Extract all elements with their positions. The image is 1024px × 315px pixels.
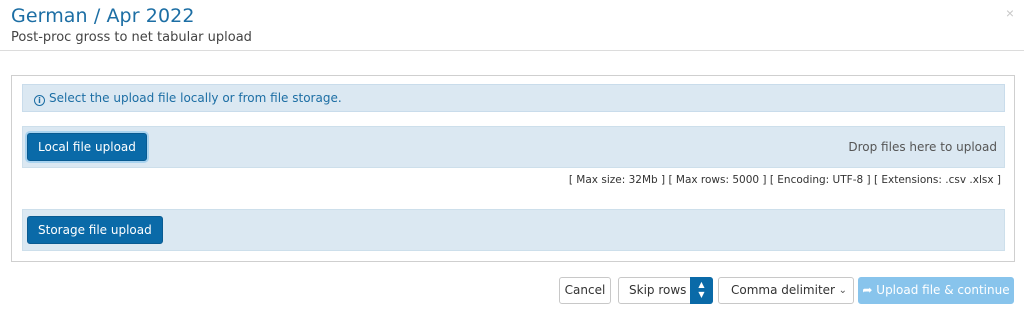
drop-zone-text[interactable]: Drop files here to upload: [848, 140, 997, 154]
info-banner: i Select the upload file locally or from …: [22, 84, 1005, 112]
spinner-arrows-icon[interactable]: ▲ ▼: [690, 277, 713, 304]
share-arrow-icon: ➦: [862, 283, 873, 297]
skip-rows-stepper[interactable]: Skip rows ▲ ▼: [618, 277, 713, 304]
skip-rows-label: Skip rows: [629, 283, 687, 297]
upload-button-label: Upload file & continue: [876, 283, 1010, 297]
chevron-down-icon: ⌄: [838, 285, 847, 296]
upload-file-continue-button[interactable]: ➦ Upload file & continue: [858, 277, 1014, 304]
page-subtitle: Post-proc gross to net tabular upload: [11, 30, 252, 45]
close-icon[interactable]: ×: [1006, 5, 1014, 21]
modal-header: German / Apr 2022 Post-proc gross to net…: [0, 0, 1024, 51]
info-icon: i: [34, 95, 45, 106]
delimiter-select[interactable]: Comma delimiter ⌄: [718, 277, 854, 304]
local-file-upload-button[interactable]: Local file upload: [27, 133, 147, 161]
delimiter-selected-value: Comma delimiter: [731, 283, 835, 297]
upload-panel: i Select the upload file locally or from …: [11, 75, 1015, 262]
local-upload-row: Local file upload Drop files here to upl…: [22, 126, 1005, 168]
cancel-button[interactable]: Cancel: [559, 277, 611, 304]
info-text: Select the upload file locally or from f…: [49, 91, 342, 105]
page-title: German / Apr 2022: [11, 5, 195, 27]
upload-limits: [ Max size: 32Mb ] [ Max rows: 5000 ] [ …: [568, 174, 1001, 186]
storage-upload-row: Storage file upload: [22, 209, 1005, 251]
storage-file-upload-button[interactable]: Storage file upload: [27, 216, 163, 244]
